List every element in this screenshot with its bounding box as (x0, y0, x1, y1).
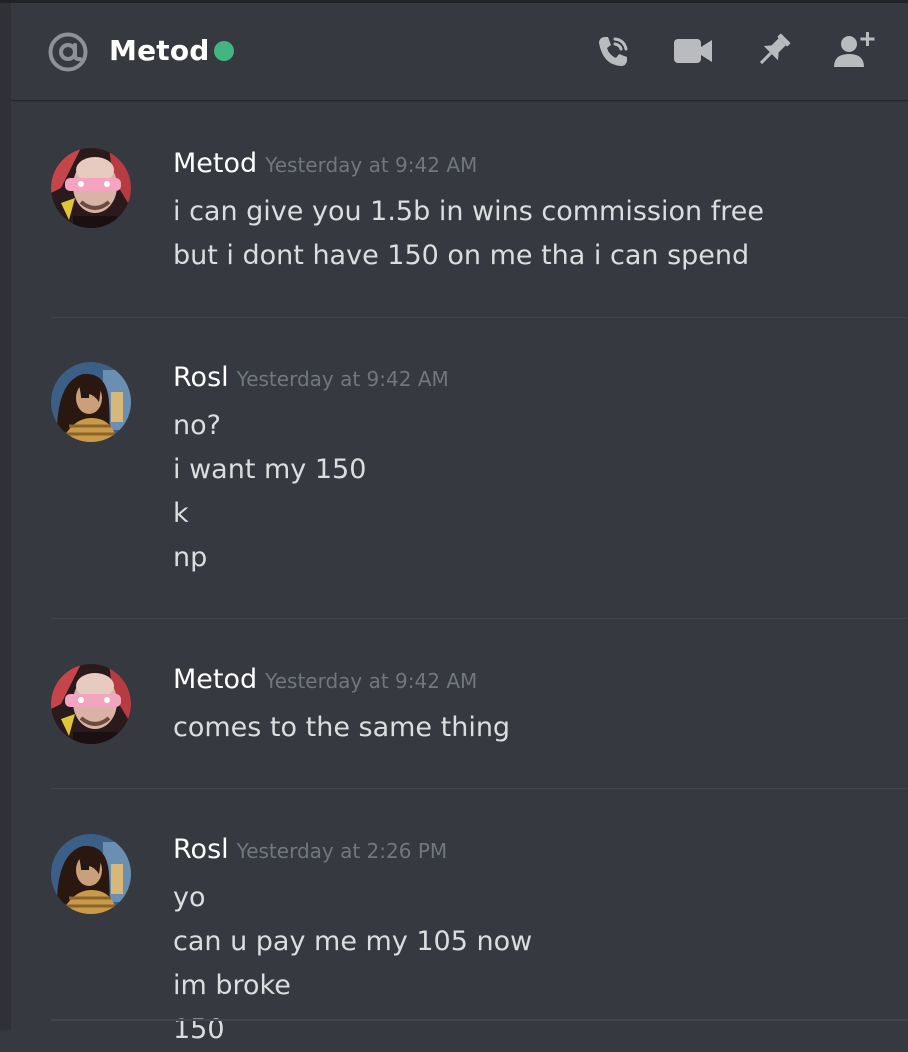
channel-header: Metod (11, 3, 908, 100)
message-divider (51, 317, 908, 318)
message-line: im broke (173, 970, 291, 1001)
message-timestamp: Yesterday at 9:42 AM (265, 669, 478, 693)
message-header: Metod Yesterday at 9:42 AM (173, 664, 477, 695)
phone-call-icon[interactable] (591, 29, 635, 73)
message-line: 150 (173, 1014, 225, 1045)
message-timestamp: Yesterday at 9:42 AM (265, 153, 478, 177)
author-name[interactable]: Metod (173, 664, 257, 695)
message-divider (51, 1019, 908, 1021)
message-header: Rosl Yesterday at 2:26 PM (173, 834, 447, 865)
message-timestamp: Yesterday at 2:26 PM (236, 839, 448, 863)
message-line: no? (173, 410, 221, 441)
author-name[interactable]: Rosl (173, 362, 229, 393)
channel-sidebar-edge (0, 3, 11, 1030)
video-call-icon[interactable] (671, 29, 715, 73)
online-status-dot (214, 41, 234, 61)
message-divider (51, 788, 908, 789)
message-line: comes to the same thing (173, 712, 511, 743)
add-friend-icon[interactable] (831, 29, 875, 73)
message-line: i can give you 1.5b in wins commission f… (173, 196, 764, 227)
message-line: i want my 150 (173, 454, 367, 485)
message-divider (51, 618, 908, 619)
message-line: but i dont have 150 on me tha i can spen… (173, 240, 750, 271)
channel-name: Metod (109, 34, 210, 67)
message-line: np (173, 542, 208, 573)
message-line: can u pay me my 105 now (173, 926, 533, 957)
pin-icon[interactable] (751, 29, 795, 73)
message-timestamp: Yesterday at 9:42 AM (236, 367, 449, 391)
message-line: k (173, 498, 189, 529)
avatar[interactable] (51, 834, 131, 914)
avatar[interactable] (51, 664, 131, 744)
author-name[interactable]: Metod (173, 148, 257, 179)
message-header: Rosl Yesterday at 9:42 AM (173, 362, 449, 393)
avatar[interactable] (51, 148, 131, 228)
author-name[interactable]: Rosl (173, 834, 229, 865)
message-line: yo (173, 882, 206, 913)
at-icon (47, 31, 89, 73)
avatar[interactable] (51, 362, 131, 442)
message-header: Metod Yesterday at 9:42 AM (173, 148, 477, 179)
